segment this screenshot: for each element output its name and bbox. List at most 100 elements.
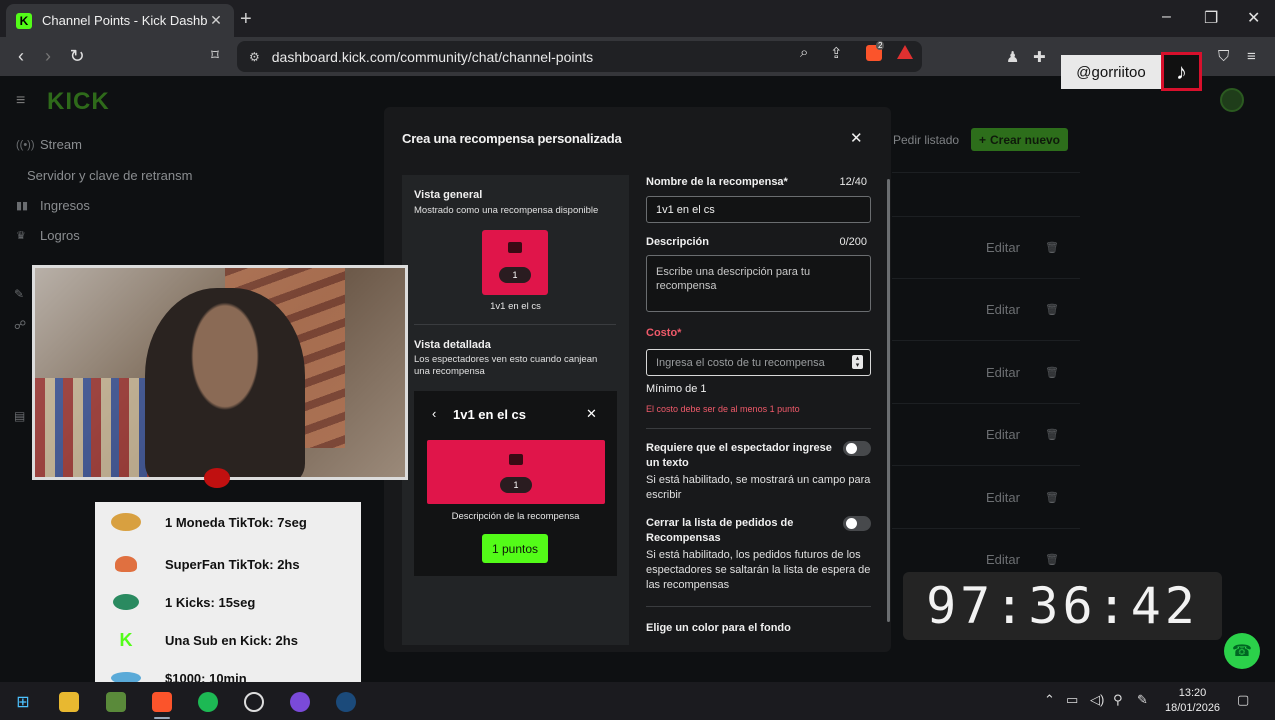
- goal-item: 1 Kicks: 15seg: [95, 587, 361, 617]
- modal-scrollbar[interactable]: [887, 179, 890, 622]
- divider: [646, 428, 871, 429]
- zoom-icon[interactable]: ⌕: [800, 44, 808, 61]
- steam-icon[interactable]: [336, 692, 356, 712]
- window-close-icon[interactable]: ✕: [1247, 8, 1260, 28]
- close-queue-label: Cerrar la lista de pedidos de Recompensa…: [646, 517, 794, 544]
- detail-description: Descripción de la recompensa: [451, 511, 580, 522]
- gift-icon: [508, 242, 522, 253]
- goal-item: K Una Sub en Kick: 2hs: [95, 625, 361, 655]
- close-icon: ✕: [586, 406, 597, 421]
- extension-icon[interactable]: ♟: [1006, 48, 1019, 66]
- notifications-icon[interactable]: ▢: [1237, 692, 1249, 708]
- editar-button[interactable]: Editar: [986, 552, 1020, 567]
- active-app-indicator: [154, 717, 170, 719]
- brave-rewards-icon[interactable]: [897, 45, 913, 59]
- cost-input[interactable]: Ingresa el costo de tu recompensa ▴ ▾: [646, 349, 871, 376]
- redeem-button-preview: 1 puntos: [482, 534, 548, 563]
- kicks-icon: [109, 592, 143, 612]
- pen-icon[interactable]: ✎: [1137, 692, 1148, 708]
- chevron-left-icon: ‹: [432, 406, 437, 421]
- sidebar-item-server-key[interactable]: Servidor y clave de retransm: [27, 168, 192, 183]
- stream-timer: 97:36:42: [903, 572, 1222, 640]
- spotify-icon[interactable]: [198, 692, 218, 712]
- vista-detallada-title: Vista detallada: [414, 339, 491, 351]
- minecraft-icon[interactable]: [106, 692, 126, 712]
- table-divider: [892, 340, 1080, 341]
- microphone-icon[interactable]: ⚲: [1113, 692, 1123, 708]
- description-textarea[interactable]: Escribe una descripción para tu recompen…: [646, 255, 871, 312]
- divider: [414, 324, 616, 325]
- system-clock[interactable]: 13:20 18/01/2026: [1165, 686, 1220, 716]
- reward-cost-pill: 1: [499, 267, 531, 283]
- menu-icon[interactable]: ≡: [1247, 48, 1256, 65]
- name-char-count: 12/40: [839, 176, 867, 188]
- url-text[interactable]: dashboard.kick.com/community/chat/channe…: [272, 49, 922, 65]
- share-icon[interactable]: ⇪: [830, 44, 843, 62]
- trash-icon[interactable]: 🗑: [1045, 553, 1059, 566]
- detail-preview-card: ‹ 1v1 en el cs ✕ 1 Descripción de la rec…: [414, 391, 617, 576]
- number-stepper-icon[interactable]: ▴ ▾: [852, 355, 863, 369]
- tab-title: Channel Points - Kick Dashboard: [42, 13, 208, 28]
- clock-date: 18/01/2026: [1165, 702, 1221, 714]
- windows-start-icon[interactable]: ⊞: [13, 692, 33, 712]
- editar-button[interactable]: Editar: [986, 365, 1020, 380]
- editar-button[interactable]: Editar: [986, 240, 1020, 255]
- brave-browser-icon[interactable]: [152, 692, 172, 712]
- kick-logo[interactable]: KICK: [47, 88, 110, 116]
- gift-icon: [509, 454, 523, 465]
- trash-icon[interactable]: 🗑: [1045, 428, 1059, 441]
- back-icon[interactable]: ‹: [10, 46, 32, 67]
- address-bar[interactable]: ⚙ dashboard.kick.com/community/chat/chan…: [237, 41, 922, 72]
- wrench-icon[interactable]: ✎: [14, 287, 24, 301]
- dashboard-icon[interactable]: ▤: [14, 409, 25, 423]
- reward-cost-pill: 1: [500, 477, 532, 493]
- close-icon[interactable]: ✕: [850, 129, 863, 147]
- trash-icon[interactable]: 🗑: [1045, 491, 1059, 504]
- sidebar-item-logros[interactable]: ♛ Logros: [16, 228, 80, 243]
- users-icon[interactable]: ☍: [14, 318, 26, 332]
- editar-button[interactable]: Editar: [986, 490, 1020, 505]
- close-queue-toggle[interactable]: [843, 516, 871, 531]
- sidebar-item-ingresos[interactable]: ▮▮ Ingresos: [16, 198, 90, 213]
- bookmark-icon[interactable]: ⌑: [204, 46, 226, 64]
- goal-text: 1 Kicks: 15seg: [165, 594, 256, 610]
- trash-icon[interactable]: 🗑: [1045, 366, 1059, 379]
- file-explorer-icon[interactable]: [59, 692, 79, 712]
- pedir-listado-link[interactable]: Pedir listado: [893, 133, 959, 147]
- crear-nuevo-button[interactable]: + Crear nuevo: [971, 128, 1068, 151]
- close-tab-icon[interactable]: ✕: [208, 12, 224, 29]
- puzzle-icon[interactable]: ✚: [1033, 48, 1046, 66]
- obs-icon[interactable]: [244, 692, 264, 712]
- streamer-figure: [145, 288, 305, 477]
- editar-button[interactable]: Editar: [986, 427, 1020, 442]
- restore-icon[interactable]: ❐: [1204, 8, 1218, 28]
- avatar[interactable]: [1220, 88, 1244, 112]
- table-divider: [892, 172, 1080, 173]
- hamburger-icon[interactable]: ≡: [16, 92, 25, 110]
- support-chat-icon[interactable]: ☎: [1224, 633, 1260, 669]
- goal-text: Una Sub en Kick: 2hs: [165, 632, 298, 648]
- reward-name-input[interactable]: 1v1 en el cs: [646, 196, 871, 223]
- minimize-icon[interactable]: –: [1162, 8, 1171, 26]
- sidebar-item-stream[interactable]: ((•)) Stream: [16, 137, 82, 152]
- table-divider: [892, 465, 1080, 466]
- browser-tab[interactable]: K Channel Points - Kick Dashboard ✕: [6, 4, 234, 37]
- site-info-icon[interactable]: ⚙: [249, 50, 260, 64]
- require-text-toggle[interactable]: [843, 441, 871, 456]
- coin-icon: [109, 512, 143, 532]
- trash-icon[interactable]: 🗑: [1045, 303, 1059, 316]
- network-icon[interactable]: ▭: [1066, 692, 1078, 708]
- bg-color-label: Elige un color para el fondo: [646, 622, 791, 634]
- editar-button[interactable]: Editar: [986, 302, 1020, 317]
- tiktok-handle: @gorriitoo: [1061, 55, 1161, 89]
- chevron-up-icon[interactable]: ⌃: [1044, 692, 1055, 708]
- reload-icon[interactable]: ↻: [66, 46, 88, 67]
- trash-icon[interactable]: 🗑: [1045, 241, 1059, 254]
- new-tab-icon[interactable]: +: [240, 8, 252, 31]
- discord-icon[interactable]: [290, 692, 310, 712]
- table-divider: [892, 403, 1080, 404]
- vpn-icon[interactable]: ⛉: [1218, 48, 1229, 65]
- volume-icon[interactable]: ◁): [1090, 692, 1104, 708]
- forward-icon[interactable]: ›: [37, 46, 59, 67]
- reward-tile: 1: [482, 230, 548, 295]
